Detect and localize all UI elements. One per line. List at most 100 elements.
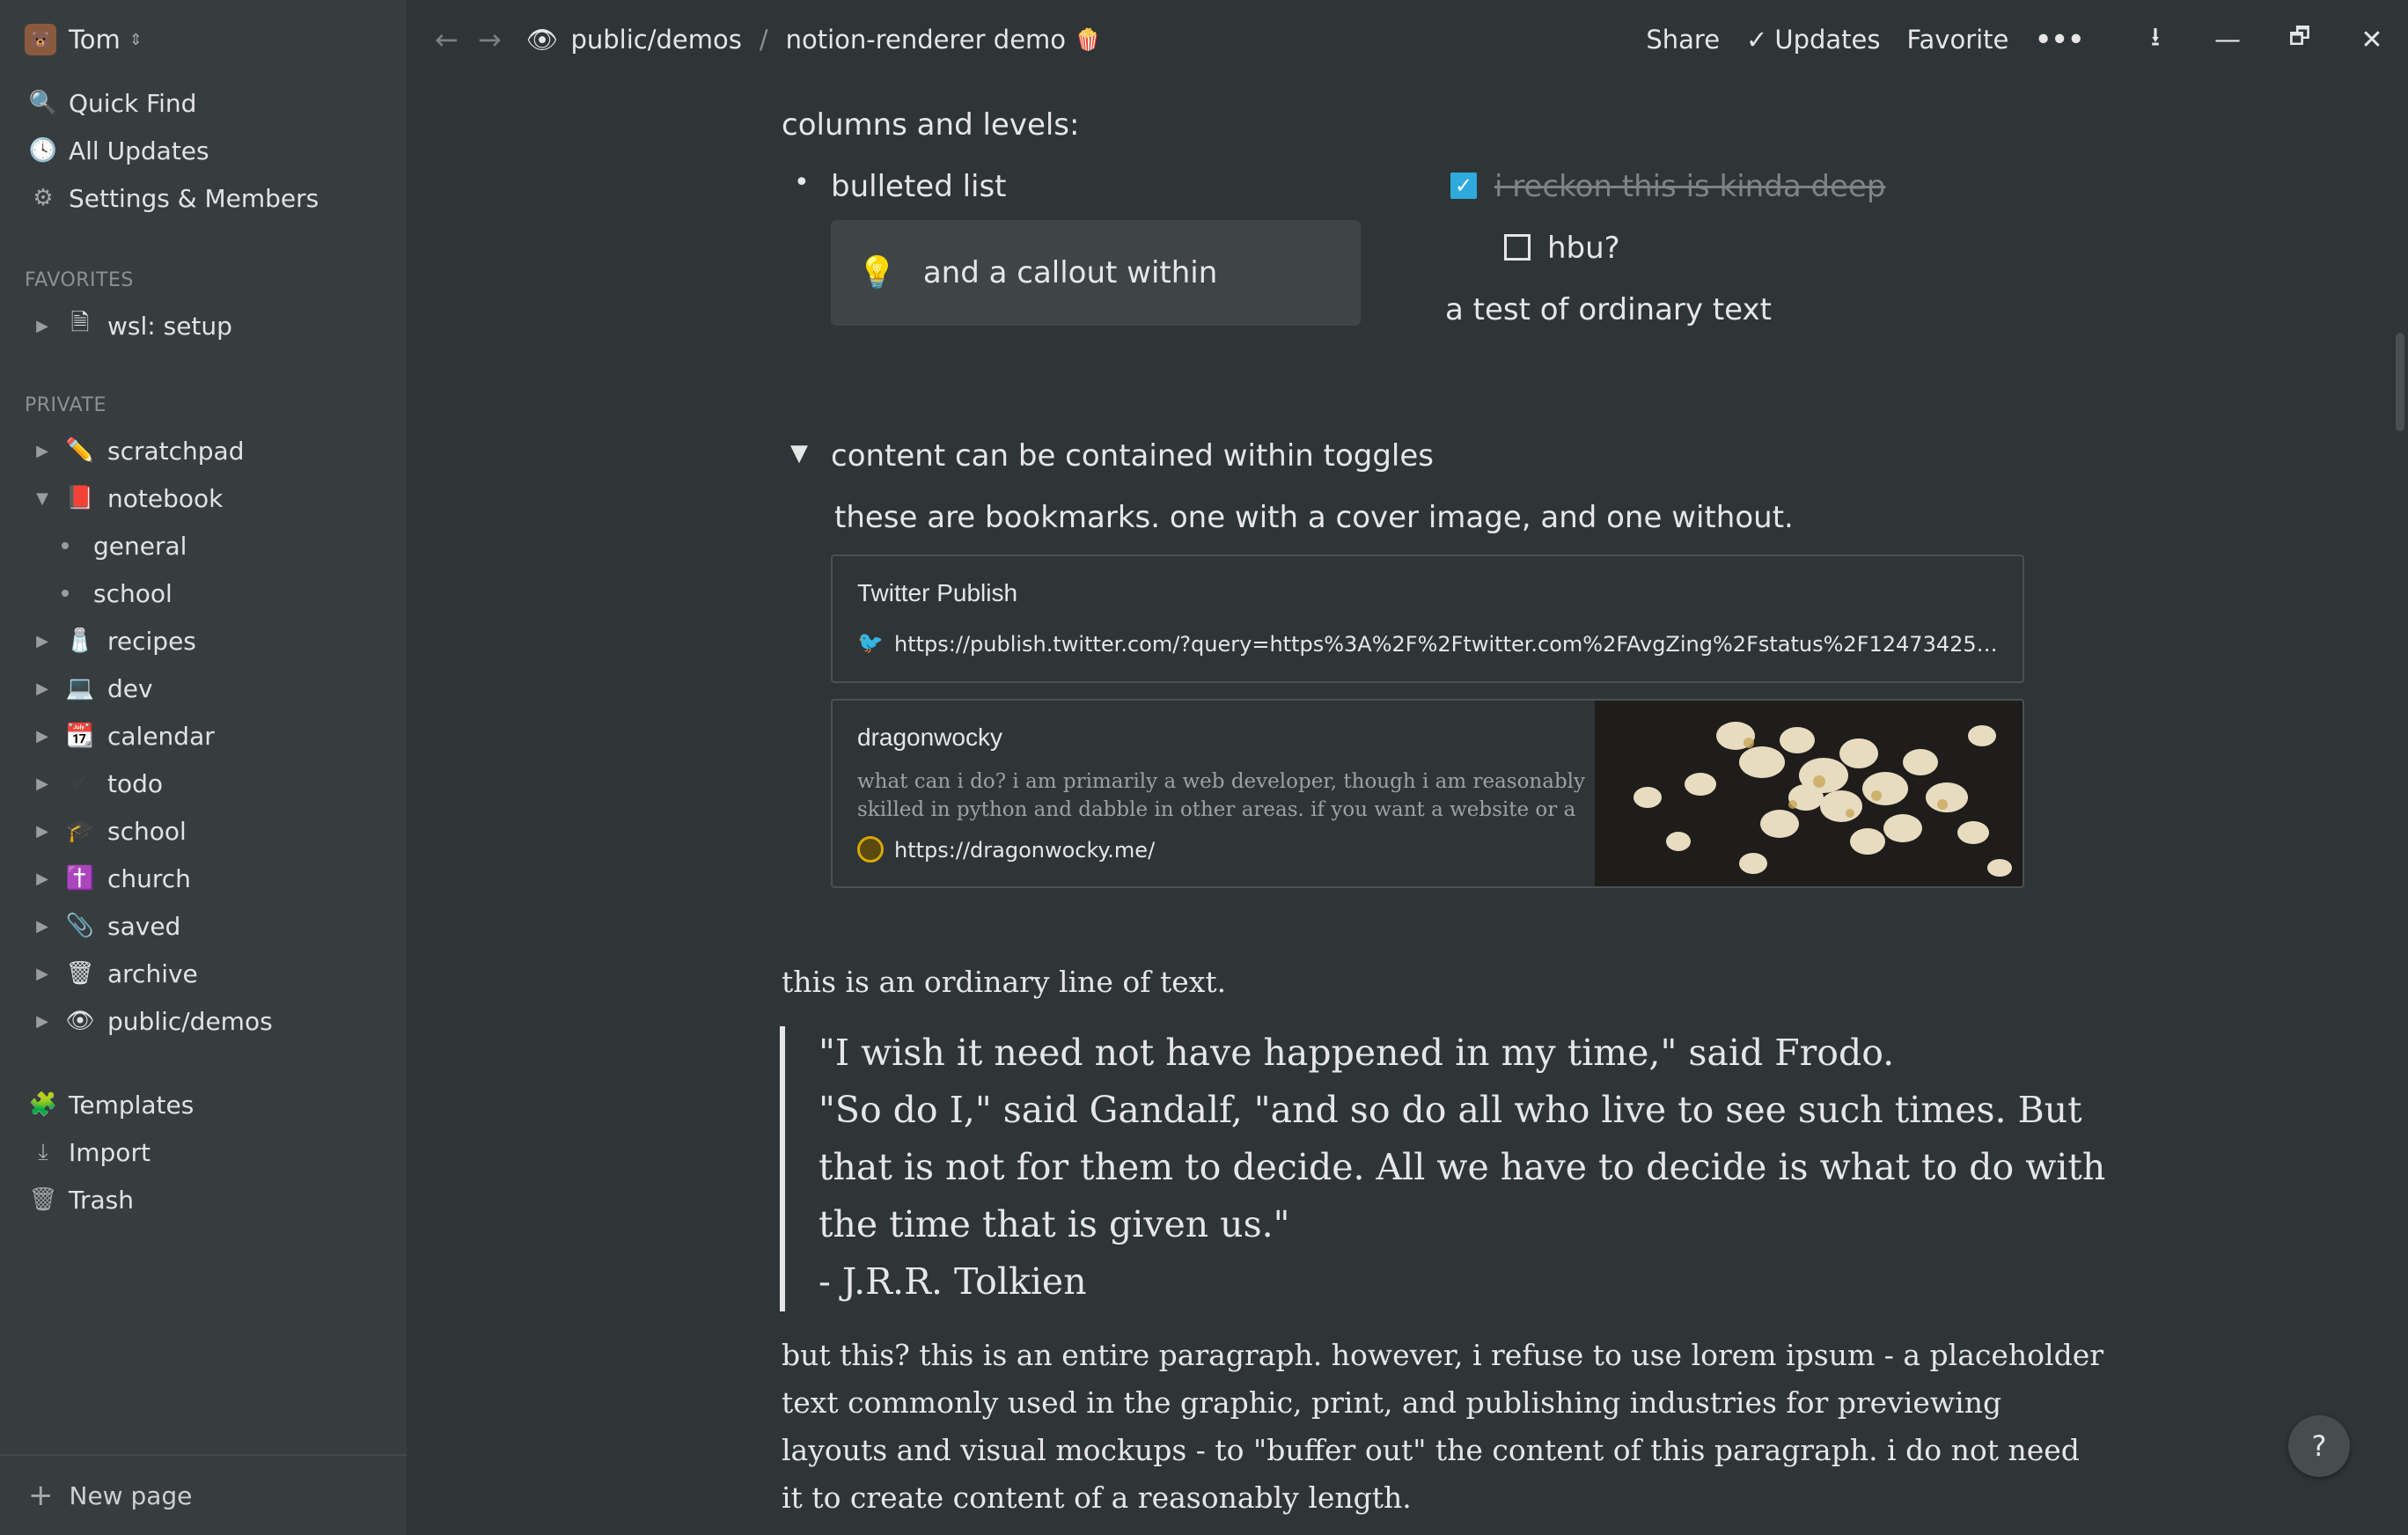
- sidebar-item-scratchpad[interactable]: ▶ ✏️ scratchpad: [0, 427, 407, 474]
- bookmark-title: Twitter Publish: [857, 579, 1018, 606]
- updates-button[interactable]: ✓ Updates: [1746, 25, 1880, 55]
- help-button[interactable]: ?: [2288, 1415, 2350, 1477]
- sidebar-item-label: todo: [107, 768, 164, 798]
- salt-icon: 🧂: [65, 628, 95, 654]
- sidebar-item-todo[interactable]: ▶ ✔ todo: [0, 760, 407, 807]
- sidebar-item-wsl-setup[interactable]: ▶ 🗎 wsl: setup: [0, 302, 407, 349]
- all-updates-label: All Updates: [69, 136, 209, 165]
- templates[interactable]: 🧩 Templates: [0, 1081, 407, 1128]
- new-page-label: New page: [69, 1480, 193, 1510]
- book-icon: 📕: [65, 485, 95, 511]
- sidebar-item-label: calendar: [107, 721, 215, 751]
- private-heading: PRIVATE: [25, 394, 106, 416]
- sidebar-item-notebook[interactable]: ▼ 📕 notebook: [0, 474, 407, 522]
- sidebar-item-archive[interactable]: ▶ 🗑 archive: [0, 950, 407, 997]
- sidebar-item-school[interactable]: ▶ 🎓 school: [0, 807, 407, 855]
- sidebar-item-label: notebook: [107, 483, 224, 513]
- expand-triangle-icon[interactable]: ▶: [32, 870, 53, 888]
- bullet-icon: •: [794, 167, 810, 198]
- wastebasket-icon: 🗑: [65, 960, 95, 987]
- sidebar-item-saved[interactable]: ▶ 📎 saved: [0, 902, 407, 950]
- expand-triangle-icon[interactable]: ▶: [32, 317, 53, 335]
- settings-label: Settings & Members: [69, 183, 319, 213]
- toggle-open-icon[interactable]: ▼: [790, 440, 808, 466]
- trash-label: Trash: [69, 1185, 134, 1215]
- breadcrumb-current[interactable]: notion-renderer demo: [786, 25, 1066, 55]
- minimize-icon[interactable]: —: [2191, 25, 2264, 55]
- sidebar-item-calendar[interactable]: ▶ 📆 calendar: [0, 712, 407, 760]
- sidebar-item-general[interactable]: general: [0, 522, 407, 569]
- new-page-button[interactable]: + New page: [0, 1454, 407, 1535]
- eye-icon: 👁: [525, 24, 559, 55]
- scrollbar-thumb[interactable]: [2396, 333, 2404, 431]
- toggle-intro: these are bookmarks. one with a cover im…: [834, 500, 1794, 535]
- share-button[interactable]: Share: [1646, 25, 1720, 55]
- checkmark-icon: ✓: [1746, 25, 1768, 55]
- expand-triangle-icon[interactable]: ▶: [32, 775, 53, 793]
- import[interactable]: ⤓ Import: [0, 1128, 407, 1176]
- updates-label: Updates: [1774, 25, 1881, 55]
- favorite-button[interactable]: Favorite: [1907, 25, 2009, 55]
- sidebar-item-dev[interactable]: ▶ 💻 dev: [0, 665, 407, 712]
- bookmark-twitter-publish[interactable]: Twitter Publish 🐦 https://publish.twitte…: [831, 555, 2024, 683]
- topbar-actions: Share ✓ Updates Favorite ••• ⭳ — 🗗 ✕: [1646, 0, 2408, 79]
- more-options-icon[interactable]: •••: [2035, 25, 2084, 55]
- quick-find[interactable]: 🔍 Quick Find: [0, 79, 407, 127]
- breadcrumb-parent[interactable]: public/demos: [570, 25, 741, 55]
- sidebar-item-label: scratchpad: [107, 436, 245, 466]
- workspace-switcher[interactable]: 🐻 Tom ⇕: [25, 18, 143, 62]
- expand-triangle-icon[interactable]: ▶: [32, 822, 53, 841]
- toggle-label[interactable]: content can be contained within toggles: [831, 438, 1434, 474]
- twitter-icon: 🐦: [857, 630, 884, 655]
- expand-triangle-icon[interactable]: ▶: [32, 442, 53, 460]
- quote-line: the time that is given us.": [819, 1203, 1290, 1245]
- popcorn-cover-image: [1595, 701, 2023, 886]
- lightbulb-icon: 💡: [857, 255, 897, 291]
- close-icon[interactable]: ✕: [2336, 25, 2408, 55]
- import-label: Import: [69, 1137, 150, 1167]
- quote-line: - J.R.R. Tolkien: [819, 1260, 1087, 1303]
- download-icon[interactable]: ⭳: [2119, 18, 2191, 62]
- sidebar-item-label: church: [107, 863, 191, 893]
- quote-line: "I wish it need not have happened in my …: [819, 1032, 1895, 1074]
- columns-heading: columns and levels:: [782, 107, 1080, 143]
- sidebar-item-label: saved: [107, 911, 181, 941]
- dragon-logo-icon: [857, 836, 884, 863]
- collapse-triangle-icon[interactable]: ▼: [32, 489, 53, 508]
- expand-triangle-icon[interactable]: ▶: [32, 1012, 53, 1031]
- restore-icon[interactable]: 🗗: [2264, 20, 2336, 59]
- sidebar-item-label: recipes: [107, 626, 196, 656]
- sidebar-item-label: school: [93, 578, 173, 608]
- ordinary-text: a test of ordinary text: [1445, 292, 1772, 327]
- bullet-icon: [62, 590, 69, 597]
- sidebar-item-label: public/demos: [107, 1006, 273, 1036]
- sidebar-item-recipes[interactable]: ▶ 🧂 recipes: [0, 617, 407, 665]
- trash[interactable]: 🗑 Trash: [0, 1176, 407, 1223]
- todo-checkbox-unchecked[interactable]: [1504, 234, 1531, 261]
- expand-triangle-icon[interactable]: ▶: [32, 679, 53, 698]
- topbar: ← → 👁 public/demos / notion-renderer dem…: [407, 0, 2408, 79]
- expand-triangle-icon[interactable]: ▶: [32, 727, 53, 745]
- back-arrow-icon[interactable]: ←: [435, 23, 459, 56]
- todo-checkbox-checked[interactable]: ✓: [1450, 173, 1477, 199]
- trash-icon: 🗑: [28, 1186, 58, 1213]
- sidebar-item-notebook-school[interactable]: school: [0, 569, 407, 617]
- breadcrumb-separator: /: [759, 25, 768, 55]
- sidebar-item-public-demos[interactable]: ▶ 👁 public/demos: [0, 997, 407, 1045]
- ordinary-line: this is an ordinary line of text.: [782, 965, 1227, 999]
- sidebar-item-label: archive: [107, 958, 198, 988]
- templates-icon: 🧩: [28, 1091, 58, 1118]
- forward-arrow-icon[interactable]: →: [478, 23, 502, 56]
- expand-triangle-icon[interactable]: ▶: [32, 917, 53, 936]
- sidebar: 🐻 Tom ⇕ 🔍 Quick Find 🕓 All Updates ⚙ Set…: [0, 0, 407, 1535]
- popcorn-icon: 🍿: [1075, 27, 1101, 52]
- bookmark-dragonwocky[interactable]: dragonwocky what can i do? i am primaril…: [831, 699, 2024, 888]
- expand-triangle-icon[interactable]: ▶: [32, 632, 53, 650]
- sidebar-item-church[interactable]: ▶ ✝️ church: [0, 855, 407, 902]
- paragraph-line: layouts and visual mockups - to "buffer …: [782, 1433, 2080, 1467]
- paperclip-icon: 📎: [65, 913, 95, 939]
- expand-triangle-icon[interactable]: ▶: [32, 965, 53, 983]
- all-updates[interactable]: 🕓 All Updates: [0, 127, 407, 174]
- quote-line: "So do I," said Gandalf, "and so do all …: [819, 1089, 2082, 1131]
- settings-members[interactable]: ⚙ Settings & Members: [0, 174, 407, 222]
